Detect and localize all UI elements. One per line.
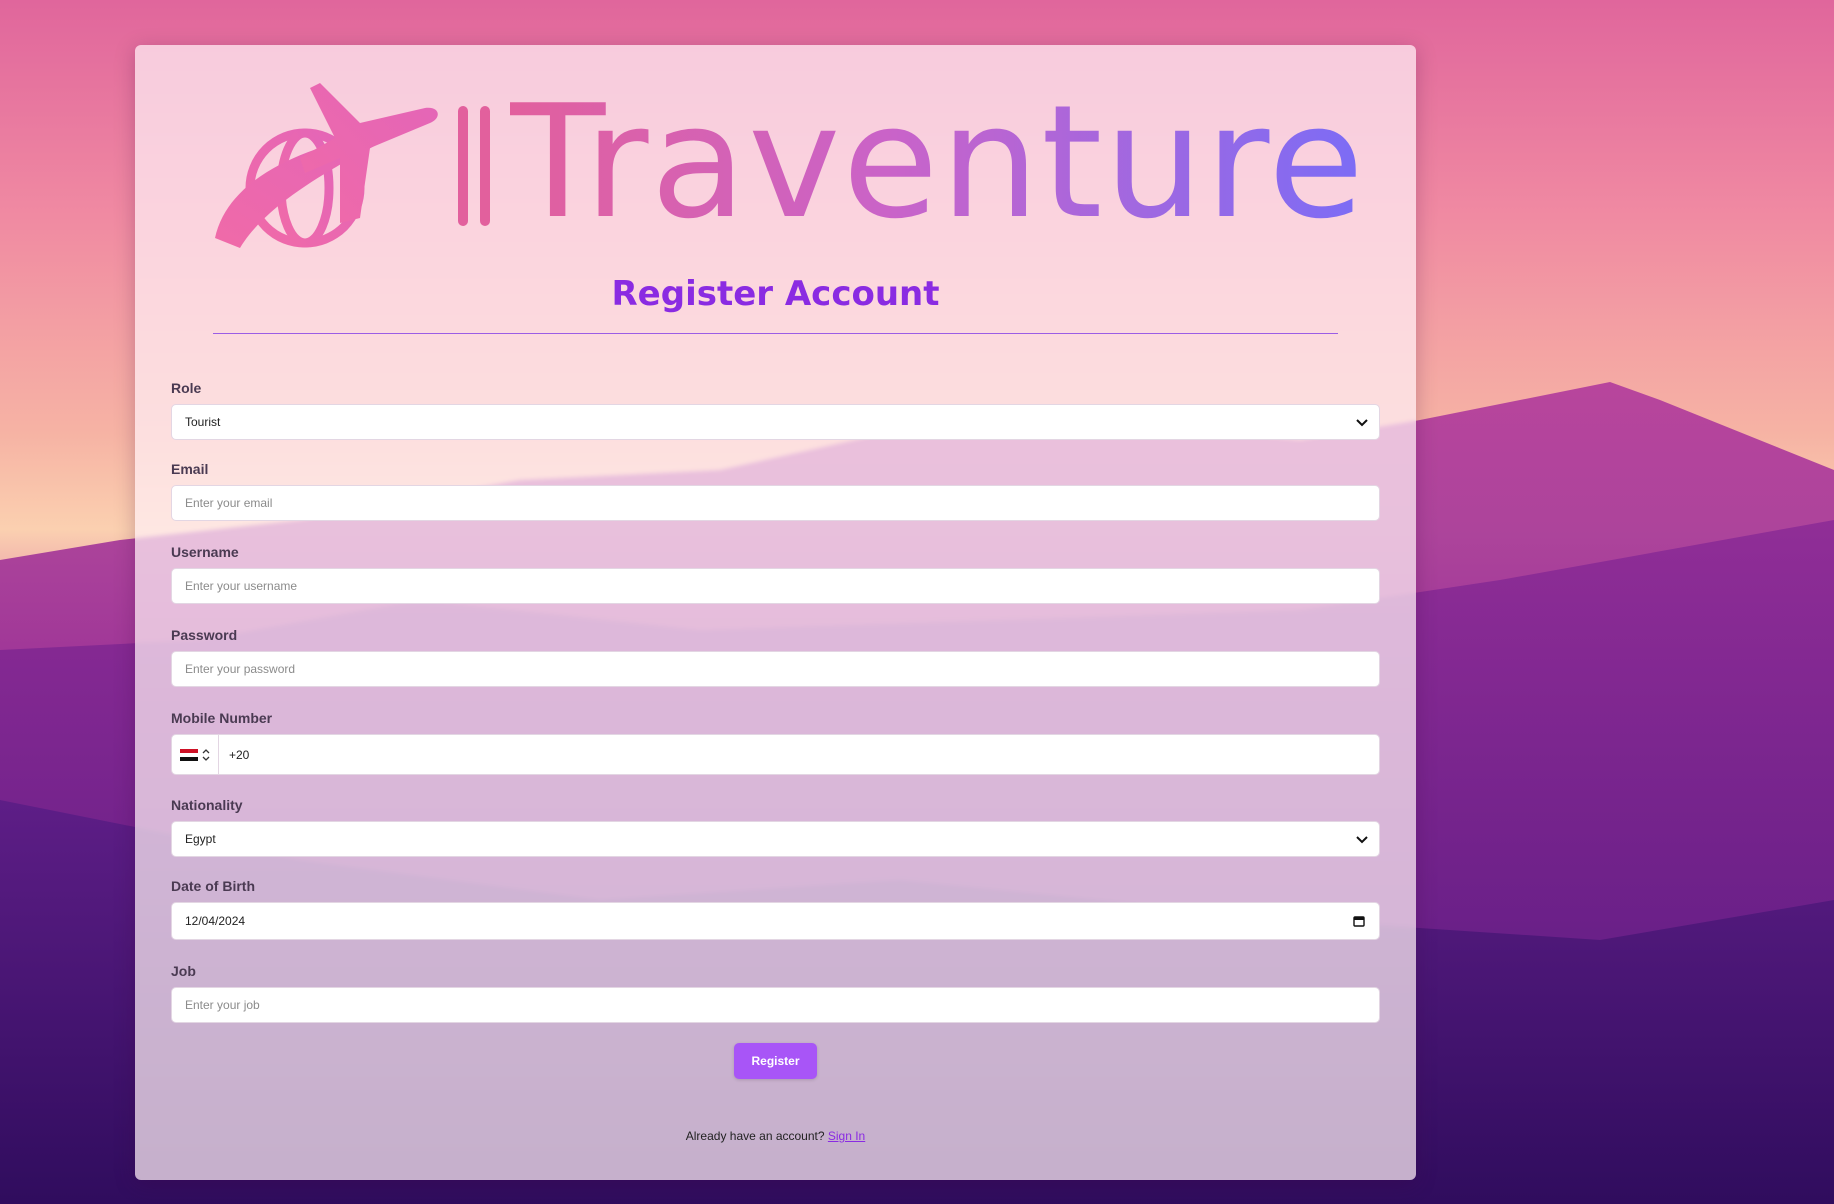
country-code-select[interactable]	[172, 735, 219, 774]
job-label: Job	[171, 963, 196, 979]
role-select[interactable]: Tourist	[171, 404, 1380, 440]
globe-plane-icon	[215, 83, 438, 248]
egypt-flag-icon	[180, 748, 198, 761]
mobile-label: Mobile Number	[171, 710, 273, 726]
traventure-logo: Traventure	[210, 78, 1364, 258]
username-field[interactable]: Enter your username	[171, 568, 1380, 604]
email-field[interactable]: Enter your email	[171, 485, 1380, 521]
mobile-value: +20	[229, 747, 250, 762]
brand-name: Traventure	[510, 71, 1366, 253]
title-divider	[213, 333, 1338, 334]
email-placeholder: Enter your email	[185, 496, 273, 510]
password-field[interactable]: Enter your password	[171, 651, 1380, 687]
dob-label: Date of Birth	[171, 878, 255, 894]
nationality-value: Egypt	[185, 832, 216, 846]
updown-chevron-icon	[202, 748, 210, 761]
dob-field[interactable]: 12/04/2024	[171, 902, 1380, 940]
signin-link[interactable]: Sign In	[828, 1129, 865, 1143]
job-field[interactable]: Enter your job	[171, 987, 1380, 1023]
signin-prompt: Already have an account? Sign In	[135, 1129, 1416, 1143]
page-title: Register Account	[611, 274, 940, 314]
password-label: Password	[171, 627, 238, 643]
email-label: Email	[171, 461, 209, 477]
logo-bars	[458, 106, 490, 226]
username-placeholder: Enter your username	[185, 579, 298, 593]
password-placeholder: Enter your password	[185, 662, 296, 676]
signin-prompt-text: Already have an account?	[685, 1129, 825, 1143]
calendar-icon[interactable]	[1353, 915, 1365, 927]
username-label: Username	[171, 544, 239, 560]
dob-value: 12/04/2024	[185, 914, 246, 928]
mobile-field[interactable]: +20	[171, 734, 1380, 775]
chevron-down-icon	[1356, 419, 1368, 427]
register-button[interactable]: Register	[734, 1043, 817, 1079]
chevron-down-icon	[1356, 836, 1368, 844]
role-value: Tourist	[185, 415, 221, 429]
job-placeholder: Enter your job	[185, 998, 260, 1012]
nationality-select[interactable]: Egypt	[171, 821, 1380, 857]
nationality-label: Nationality	[171, 797, 243, 813]
role-label: Role	[171, 380, 202, 396]
